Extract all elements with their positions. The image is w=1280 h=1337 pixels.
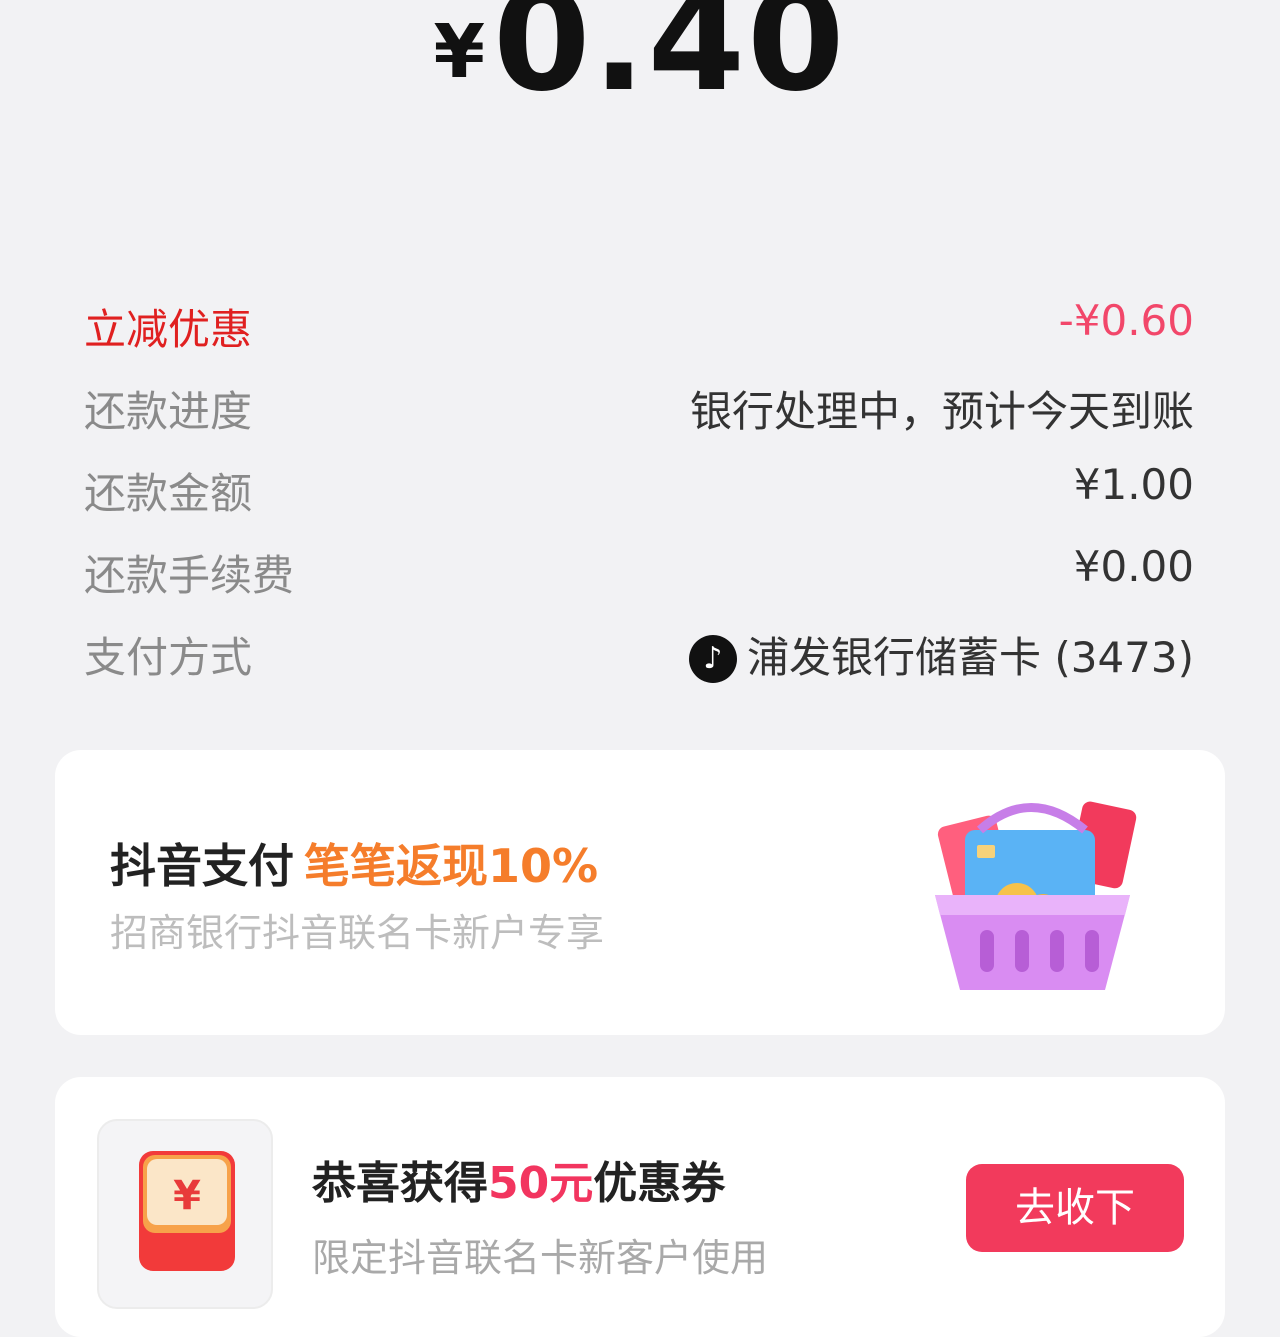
coupon-title: 恭喜获得50元优惠券 — [312, 1147, 725, 1211]
promo-title-highlight: 笔笔返现10% — [304, 839, 599, 893]
amount-value: 0.40 — [493, 0, 847, 123]
discount-label: 立减优惠 — [84, 305, 253, 354]
repay-amount-value: ¥1.00 — [1073, 460, 1194, 509]
coupon-title-prefix: 恭喜获得 — [312, 1158, 488, 1209]
coupon-subtitle: 限定抖音联名卡新客户使用 — [312, 1236, 769, 1280]
payment-amount: ¥0.40 — [0, 0, 1280, 112]
cashback-promo-card[interactable]: 抖音支付 笔笔返现10% 招商银行抖音联名卡新户专享 — [55, 750, 1225, 1035]
fee-label: 还款手续费 — [84, 551, 295, 600]
promo-subtitle: 招商银行抖音联名卡新户专享 — [110, 911, 605, 955]
payment-method-text: 浦发银行储蓄卡 (3473) — [746, 633, 1194, 682]
detail-row-amount: 还款金额 ¥1.00 — [84, 460, 1194, 542]
collect-coupon-button[interactable]: 去收下 — [966, 1164, 1184, 1252]
detail-row-payment-method: 支付方式 ♪ 浦发银行储蓄卡 (3473) — [84, 624, 1194, 706]
progress-label: 还款进度 — [84, 387, 253, 436]
red-envelope-icon: ¥ — [139, 1151, 235, 1271]
progress-value: 银行处理中，预计今天到账 — [689, 387, 1194, 436]
promo-title: 抖音支付 笔笔返现10% — [110, 830, 598, 896]
repay-amount-label: 还款金额 — [84, 469, 253, 518]
payment-method-value: ♪ 浦发银行储蓄卡 (3473) — [688, 624, 1194, 685]
coupon-title-highlight: 50元 — [488, 1158, 594, 1209]
fee-value: ¥0.00 — [1073, 542, 1194, 591]
coupon-title-suffix: 优惠券 — [593, 1158, 726, 1209]
svg-text:¥: ¥ — [173, 1173, 201, 1219]
coupon-thumbnail: ¥ — [97, 1119, 273, 1309]
detail-row-fee: 还款手续费 ¥0.00 — [84, 542, 1194, 624]
currency-symbol: ¥ — [433, 9, 486, 95]
payment-method-label: 支付方式 — [84, 633, 253, 682]
promo-title-main: 抖音支付 — [110, 839, 294, 893]
shopping-basket-icon — [935, 801, 1137, 990]
detail-row-discount: 立减优惠 -¥0.60 — [84, 296, 1194, 378]
tiktok-icon: ♪ — [688, 635, 737, 683]
payment-details: 立减优惠 -¥0.60 还款进度 银行处理中，预计今天到账 还款金额 ¥1.00… — [84, 296, 1194, 706]
detail-row-progress: 还款进度 银行处理中，预计今天到账 — [84, 378, 1194, 460]
coupon-card: ¥ 恭喜获得50元优惠券 限定抖音联名卡新客户使用 去收下 — [55, 1077, 1225, 1337]
discount-value: -¥0.60 — [1058, 296, 1194, 345]
